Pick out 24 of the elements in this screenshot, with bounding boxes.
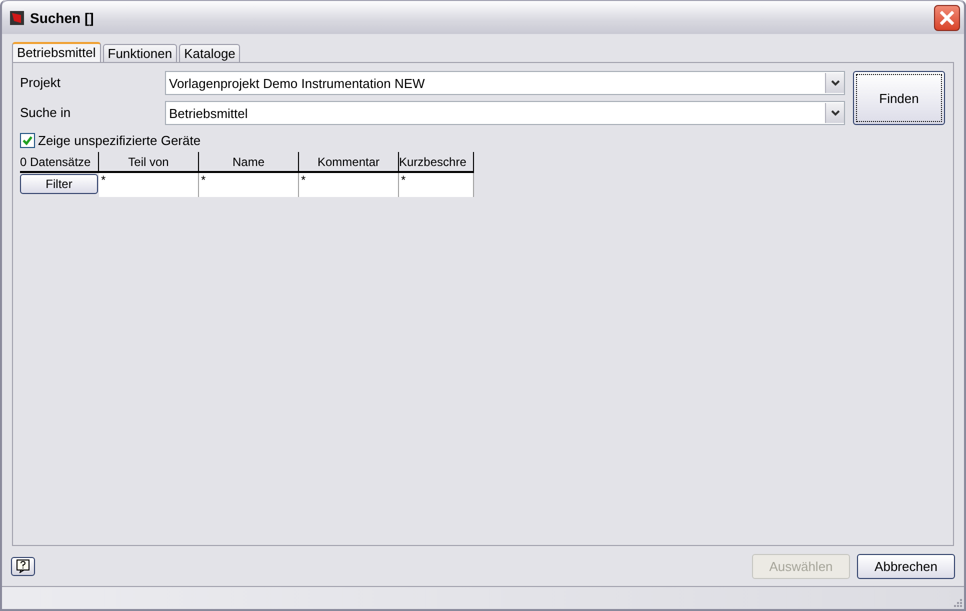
tab[interactable]: Betriebsmittel (12, 42, 101, 62)
dropdown-field[interactable]: Betriebsmittel (165, 101, 845, 125)
find-button[interactable]: Finden (853, 71, 945, 125)
chevron-down-icon (830, 80, 840, 86)
help-icon (16, 559, 30, 573)
close-button[interactable] (934, 4, 960, 30)
checkbox-label: Zeige unspezifizierte Geräte (38, 133, 201, 148)
field-label: Suche in (20, 104, 72, 122)
filter-cell[interactable]: * (99, 173, 199, 197)
close-icon (940, 10, 954, 24)
dialog-button[interactable]: Abbrechen (857, 554, 955, 578)
tab[interactable]: Kataloge (179, 44, 240, 62)
checkbox[interactable] (20, 133, 35, 148)
filter-cell[interactable]: * (299, 173, 399, 197)
dropdown-field[interactable]: Vorlagenprojekt Demo Instrumentation NEW (165, 71, 845, 95)
chevron-down-icon (830, 110, 840, 116)
field-label: Projekt (20, 74, 62, 92)
app-icon (9, 10, 25, 26)
help-button[interactable] (11, 556, 35, 576)
window-title: Suchen [] (30, 10, 95, 26)
filter-cell[interactable]: * (199, 173, 299, 197)
tab[interactable]: Funktionen (102, 44, 178, 62)
filter-button[interactable]: Filter (20, 174, 98, 194)
filter-cell[interactable]: * (399, 173, 474, 197)
